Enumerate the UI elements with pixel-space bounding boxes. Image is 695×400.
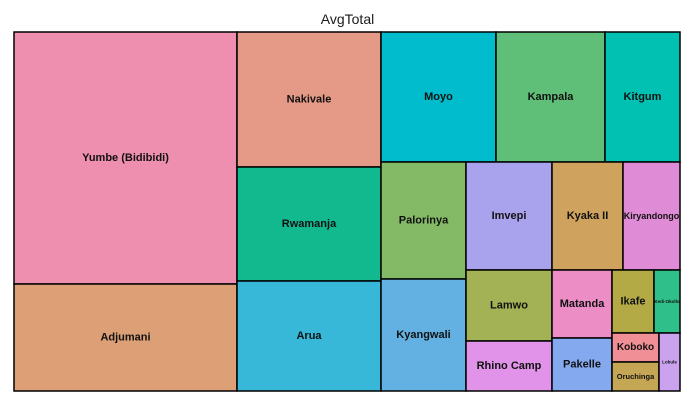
tile-label-kedi-okollo: Kedi-Okollo	[654, 299, 680, 304]
tile-label-moyo: Moyo	[424, 91, 453, 103]
tile-label-imvepi: Imvepi	[492, 210, 527, 222]
tile-label-oruchinga: Oruchinga	[617, 372, 655, 381]
tile-label-palorinya: Palorinya	[399, 215, 449, 227]
tile-label-kyaka-ii: Kyaka II	[567, 210, 609, 222]
tile-label-rwamanja: Rwamanja	[282, 218, 337, 230]
tile-label-adjumani: Adjumani	[100, 332, 150, 344]
tile-label-kampala: Kampala	[528, 91, 575, 103]
treemap-chart: Yumbe (Bidibidi) Adjumani Nakivale Rwamanja…	[13, 31, 681, 392]
tile-label-kitgum: Kitgum	[624, 91, 662, 103]
tile-label-kiryandongo: Kiryandongo	[624, 211, 680, 221]
tile-label-matanda: Matanda	[560, 298, 606, 310]
tile-label-koboko: Koboko	[617, 342, 654, 353]
tile-label-lamwo: Lamwo	[490, 300, 528, 312]
tile-label-pakelle: Pakelle	[563, 359, 601, 371]
tile-label-kyangwali: Kyangwali	[396, 329, 450, 341]
tile-label-yumbe-bidibidi: Yumbe (Bidibidi)	[82, 152, 169, 164]
tile-label-nakivale: Nakivale	[287, 94, 332, 106]
tile-label-ikafe: Ikafe	[620, 296, 645, 308]
tile-label-rhino-camp: Rhino Camp	[477, 360, 542, 372]
tile-label-arua: Arua	[296, 330, 322, 342]
tile-label-lobule: Lobule	[662, 360, 677, 365]
